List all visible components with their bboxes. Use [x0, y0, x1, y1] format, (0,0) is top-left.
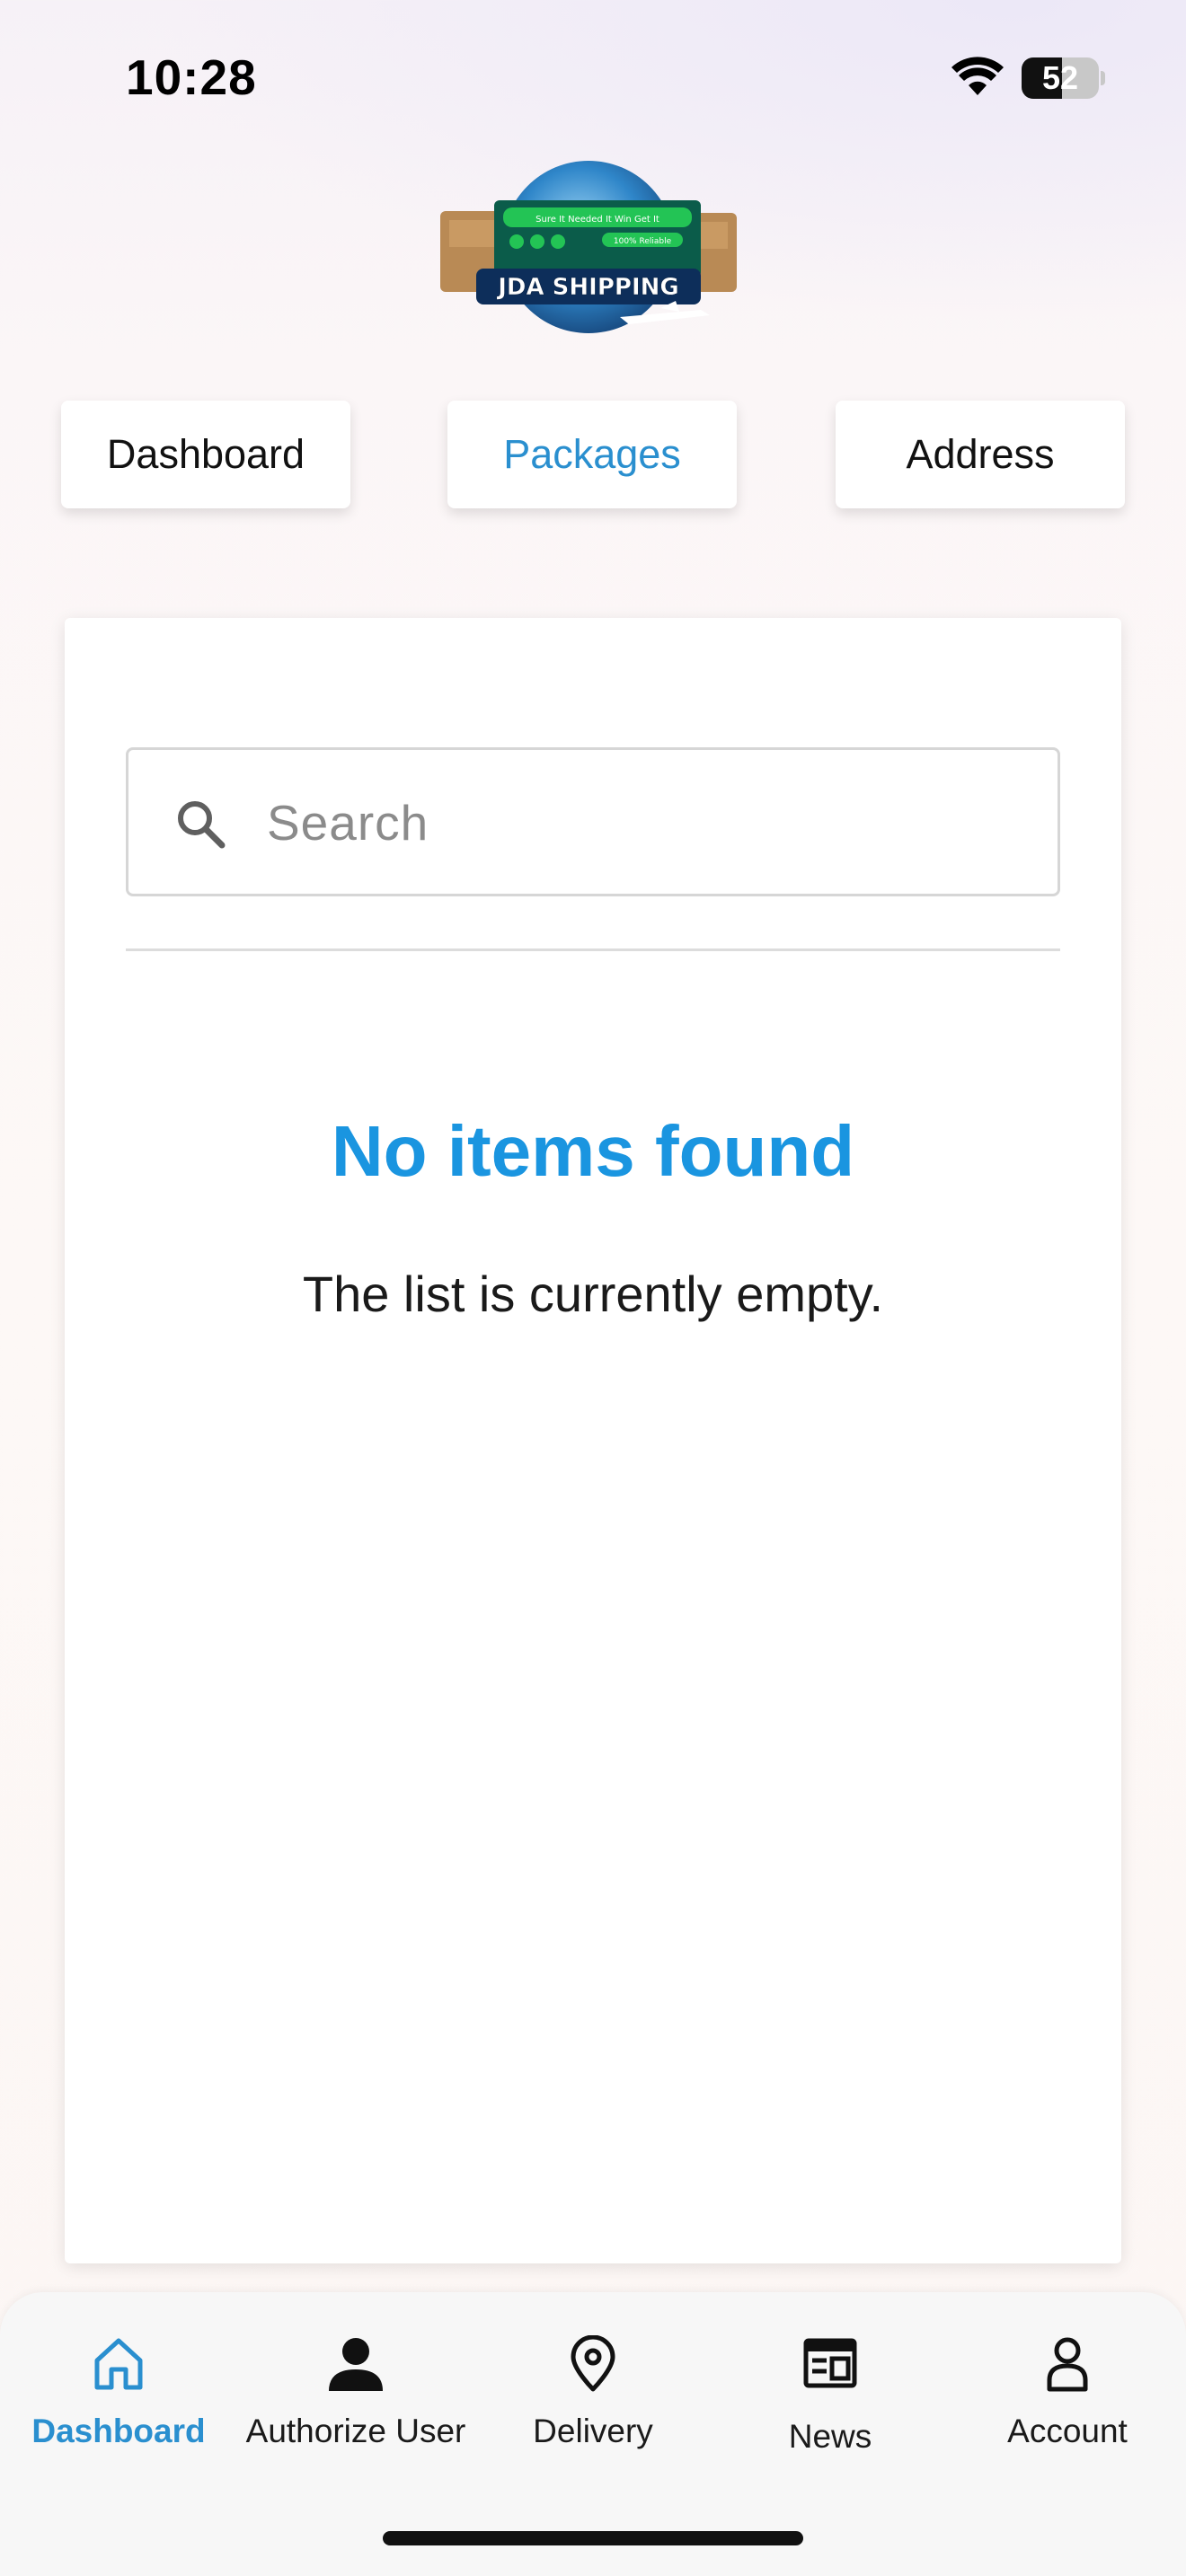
- search-icon: [178, 801, 226, 849]
- packages-card: No items found The list is currently emp…: [65, 618, 1121, 2263]
- nav-item-authorize-user[interactable]: Authorize User: [237, 2335, 474, 2470]
- divider: [126, 948, 1060, 951]
- nav-item-news[interactable]: News: [712, 2335, 949, 2470]
- nav-label-delivery: Delivery: [533, 2413, 653, 2449]
- nav-item-delivery[interactable]: Delivery: [474, 2335, 712, 2470]
- status-time: 10:28: [126, 49, 257, 105]
- tab-packages[interactable]: Packages: [447, 401, 737, 508]
- nav-item-dashboard[interactable]: Dashboard: [0, 2335, 237, 2470]
- jda-shipping-logo: Sure It Needed It Win Get It 100% Reliab…: [440, 161, 737, 333]
- svg-text:Sure It Needed It Win Get It: Sure It Needed It Win Get It: [535, 215, 659, 225]
- nav-label-news: News: [788, 2418, 872, 2455]
- person-icon: [329, 2338, 383, 2391]
- nav-item-account[interactable]: Account: [949, 2335, 1186, 2470]
- search-box[interactable]: [126, 747, 1060, 896]
- svg-text:100% Reliable: 100% Reliable: [614, 237, 672, 246]
- home-indicator[interactable]: [383, 2531, 803, 2545]
- account-icon: [1047, 2337, 1088, 2392]
- tab-dashboard[interactable]: Dashboard: [61, 401, 350, 508]
- location-pin-icon: [571, 2335, 615, 2392]
- nav-label-authorize-user: Authorize User: [245, 2413, 466, 2449]
- empty-state-message: The list is currently empty.: [302, 1266, 884, 1322]
- svg-text:JDA SHIPPING: JDA SHIPPING: [496, 274, 678, 301]
- wifi-icon: [951, 57, 1004, 95]
- battery-level: 52: [1041, 59, 1079, 96]
- tab-address[interactable]: Address: [836, 401, 1125, 508]
- empty-state-title: No items found: [331, 1111, 855, 1191]
- home-icon: [94, 2338, 143, 2390]
- nav-label-dashboard: Dashboard: [31, 2413, 206, 2449]
- newspaper-icon: [803, 2338, 857, 2388]
- battery-icon: 52: [1022, 57, 1106, 99]
- nav-label-account: Account: [1007, 2413, 1128, 2449]
- search-input[interactable]: [265, 777, 1023, 869]
